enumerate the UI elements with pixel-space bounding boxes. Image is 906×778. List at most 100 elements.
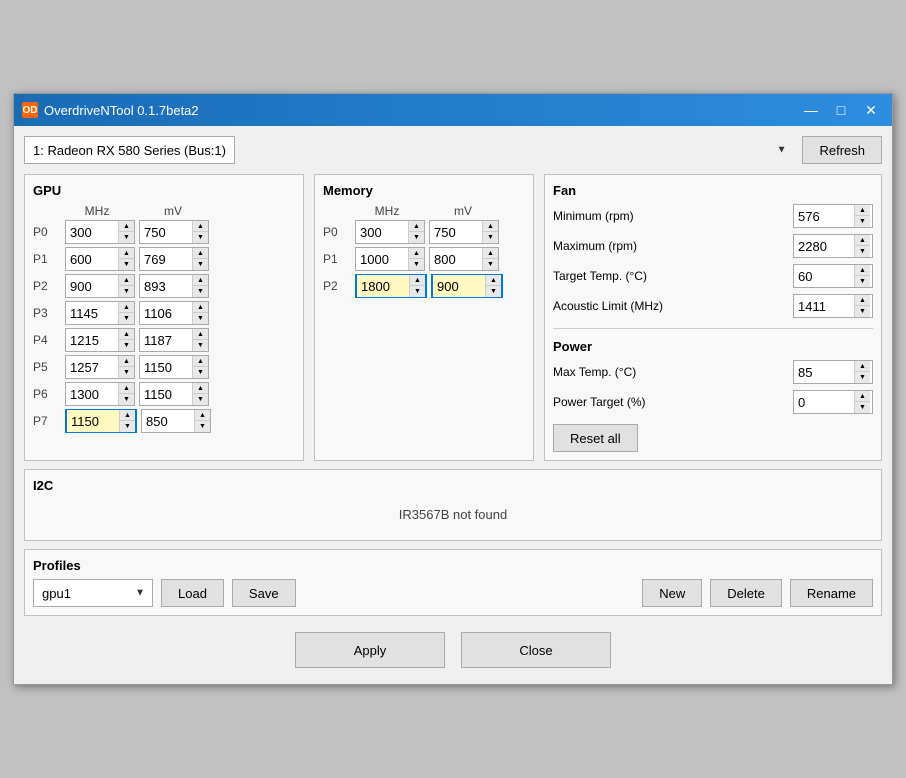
gpu-p2-mv-input[interactable] — [140, 275, 192, 297]
gpu-p7-mv-up[interactable]: ▲ — [194, 410, 210, 421]
mem-p0-mhz-input[interactable] — [356, 221, 408, 243]
minimize-button[interactable]: — — [798, 100, 824, 120]
gpu-p7-mhz-input[interactable] — [67, 410, 119, 432]
fan-max-up[interactable]: ▲ — [854, 235, 870, 246]
fan-target-temp-up[interactable]: ▲ — [854, 265, 870, 276]
gpu-p0-mhz-up[interactable]: ▲ — [118, 221, 134, 232]
fan-min-down[interactable]: ▼ — [854, 216, 870, 227]
gpu-p2-mv-down[interactable]: ▼ — [192, 286, 208, 297]
apply-button[interactable]: Apply — [295, 632, 445, 668]
gpu-p2-mv-up[interactable]: ▲ — [192, 275, 208, 286]
mem-p0-mv-down[interactable]: ▼ — [482, 232, 498, 243]
gpu-p6-mhz-down[interactable]: ▼ — [118, 394, 134, 405]
power-target-down[interactable]: ▼ — [854, 402, 870, 413]
gpu-p1-mv-down[interactable]: ▼ — [192, 259, 208, 270]
delete-profile-button[interactable]: Delete — [710, 579, 782, 607]
mem-p0-mv-input[interactable] — [430, 221, 482, 243]
gpu-p7-mv-input[interactable] — [142, 410, 194, 432]
mem-p2-mhz-input[interactable] — [357, 275, 409, 297]
fan-acoustic-input[interactable] — [794, 295, 854, 317]
gpu-p5-mhz-input[interactable] — [66, 356, 118, 378]
mem-p1-mv-up[interactable]: ▲ — [482, 248, 498, 259]
gpu-p0-mv-up[interactable]: ▲ — [192, 221, 208, 232]
gpu-p2-mhz-input[interactable] — [66, 275, 118, 297]
gpu-p3-mv-down[interactable]: ▼ — [192, 313, 208, 324]
fan-acoustic-up[interactable]: ▲ — [854, 295, 870, 306]
gpu-p3-mhz-input[interactable] — [66, 302, 118, 324]
gpu-p4-mhz-down[interactable]: ▼ — [118, 340, 134, 351]
gpu-p6-mv-input[interactable] — [140, 383, 192, 405]
mem-p1-mv-input[interactable] — [430, 248, 482, 270]
gpu-p4-mv-down[interactable]: ▼ — [192, 340, 208, 351]
gpu-p7-mv-down[interactable]: ▼ — [194, 421, 210, 432]
refresh-button[interactable]: Refresh — [802, 136, 882, 164]
fan-target-temp-input[interactable] — [794, 265, 854, 287]
gpu-p1-mhz-down[interactable]: ▼ — [118, 259, 134, 270]
gpu-p3-mhz-down[interactable]: ▼ — [118, 313, 134, 324]
save-profile-button[interactable]: Save — [232, 579, 296, 607]
gpu-p0-mhz-down[interactable]: ▼ — [118, 232, 134, 243]
profile-select[interactable]: gpu1 — [33, 579, 153, 607]
gpu-p6-mv-down[interactable]: ▼ — [192, 394, 208, 405]
mem-p1-mhz-down[interactable]: ▼ — [408, 259, 424, 270]
gpu-p0-mhz-input[interactable] — [66, 221, 118, 243]
fan-min-up[interactable]: ▲ — [854, 205, 870, 216]
gpu-p6-mhz-up[interactable]: ▲ — [118, 383, 134, 394]
power-target-up[interactable]: ▲ — [854, 391, 870, 402]
gpu-p1-mhz-up[interactable]: ▲ — [118, 248, 134, 259]
mem-p2-mhz-down[interactable]: ▼ — [409, 286, 425, 297]
mem-p0-mhz-down[interactable]: ▼ — [408, 232, 424, 243]
load-profile-button[interactable]: Load — [161, 579, 224, 607]
power-target-input[interactable] — [794, 391, 854, 413]
gpu-p5-mhz-up[interactable]: ▲ — [118, 356, 134, 367]
mem-p2-mv-up[interactable]: ▲ — [485, 275, 501, 286]
rename-profile-button[interactable]: Rename — [790, 579, 873, 607]
gpu-p5-mhz-down[interactable]: ▼ — [118, 367, 134, 378]
gpu-p2-mv-spinner: ▲ ▼ — [139, 274, 209, 298]
gpu-p6-mv-up[interactable]: ▲ — [192, 383, 208, 394]
gpu-p3-mhz-up[interactable]: ▲ — [118, 302, 134, 313]
fan-min-input[interactable] — [794, 205, 854, 227]
mem-p0-mhz-spinner: ▲ ▼ — [355, 220, 425, 244]
mem-p2-mv-down[interactable]: ▼ — [485, 286, 501, 297]
mem-p2-mhz-up[interactable]: ▲ — [409, 275, 425, 286]
reset-all-button[interactable]: Reset all — [553, 424, 638, 452]
new-profile-button[interactable]: New — [642, 579, 702, 607]
gpu-p4-mv-input[interactable] — [140, 329, 192, 351]
fan-target-temp-down[interactable]: ▼ — [854, 276, 870, 287]
gpu-p2-mhz-up[interactable]: ▲ — [118, 275, 134, 286]
gpu-select[interactable]: 1: Radeon RX 580 Series (Bus:1) — [24, 136, 235, 164]
power-max-temp-input[interactable] — [794, 361, 854, 383]
mem-p2-mv-input[interactable] — [433, 275, 485, 297]
maximize-button[interactable]: □ — [828, 100, 854, 120]
mem-p0-mv-up[interactable]: ▲ — [482, 221, 498, 232]
gpu-p1-mv-input[interactable] — [140, 248, 192, 270]
gpu-p5-mv-up[interactable]: ▲ — [192, 356, 208, 367]
gpu-p6-mhz-input[interactable] — [66, 383, 118, 405]
power-max-temp-down[interactable]: ▼ — [854, 372, 870, 383]
mem-p0-mhz-up[interactable]: ▲ — [408, 221, 424, 232]
gpu-p3-mv-up[interactable]: ▲ — [192, 302, 208, 313]
gpu-p7-mhz-down[interactable]: ▼ — [119, 421, 135, 432]
gpu-p4-mhz-input[interactable] — [66, 329, 118, 351]
fan-acoustic-down[interactable]: ▼ — [854, 306, 870, 317]
gpu-p1-mhz-input[interactable] — [66, 248, 118, 270]
gpu-p7-mhz-up[interactable]: ▲ — [119, 410, 135, 421]
gpu-p4-mhz-up[interactable]: ▲ — [118, 329, 134, 340]
gpu-p4-mv-up[interactable]: ▲ — [192, 329, 208, 340]
gpu-p0-mv-down[interactable]: ▼ — [192, 232, 208, 243]
gpu-p3-mv-input[interactable] — [140, 302, 192, 324]
gpu-p0-mv-input[interactable] — [140, 221, 192, 243]
gpu-p1-mv-up[interactable]: ▲ — [192, 248, 208, 259]
fan-max-input[interactable] — [794, 235, 854, 257]
gpu-p5-mv-input[interactable] — [140, 356, 192, 378]
close-window-button[interactable]: ✕ — [858, 100, 884, 120]
power-max-temp-up[interactable]: ▲ — [854, 361, 870, 372]
gpu-p2-mhz-down[interactable]: ▼ — [118, 286, 134, 297]
mem-p1-mv-down[interactable]: ▼ — [482, 259, 498, 270]
mem-p1-mhz-input[interactable] — [356, 248, 408, 270]
fan-max-down[interactable]: ▼ — [854, 246, 870, 257]
close-button[interactable]: Close — [461, 632, 611, 668]
mem-p1-mhz-up[interactable]: ▲ — [408, 248, 424, 259]
gpu-p5-mv-down[interactable]: ▼ — [192, 367, 208, 378]
